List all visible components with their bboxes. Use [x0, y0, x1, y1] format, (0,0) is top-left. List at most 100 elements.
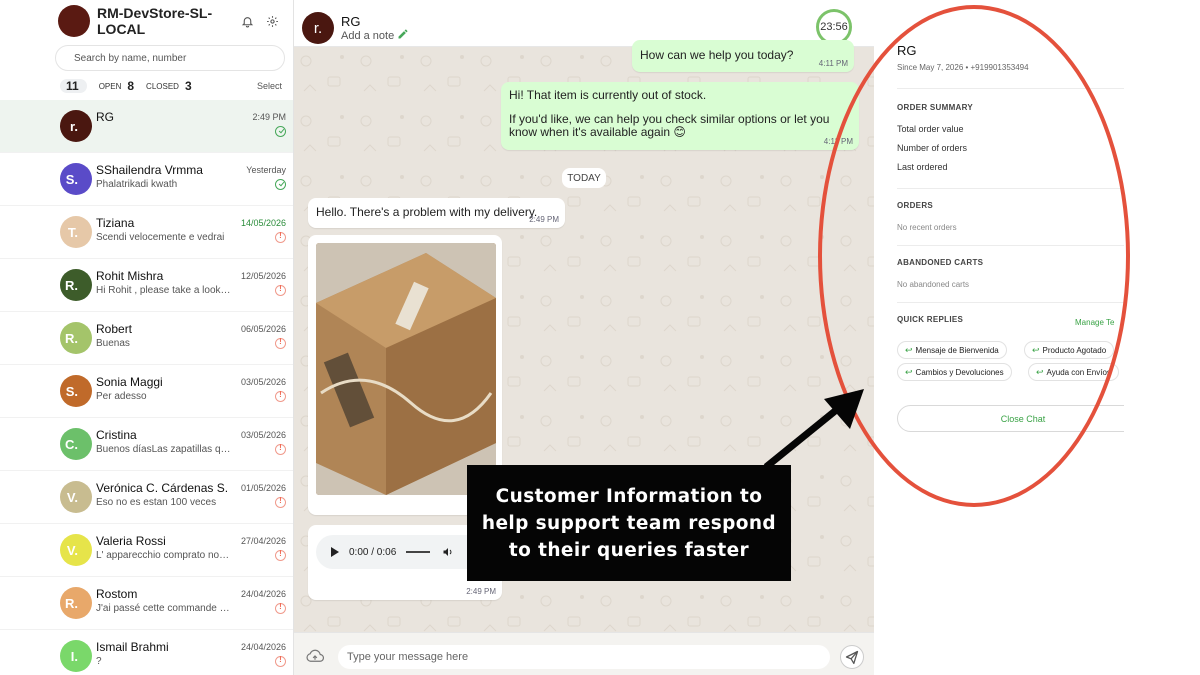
- avatar: R.: [60, 322, 92, 354]
- order-summary-title: ORDER SUMMARY: [897, 103, 974, 112]
- conversation-date: 12/05/2026: [240, 271, 286, 281]
- conversation-name: Ismail Brahmi: [96, 640, 169, 654]
- filter-open-count: 8: [127, 79, 135, 93]
- status-icon: [275, 549, 286, 561]
- callout-box: Customer Information to help support tea…: [467, 465, 791, 581]
- conversation-date: 27/04/2026: [240, 536, 286, 546]
- avatar: T.: [60, 216, 92, 248]
- status-icon: [275, 390, 286, 402]
- conversation-item[interactable]: r. RG 2:49 PM: [0, 100, 293, 153]
- conversation-name: Rostom: [96, 587, 138, 601]
- status-icon: [275, 179, 286, 190]
- status-icon: [275, 443, 286, 455]
- status-icon: [275, 231, 286, 243]
- conversation-sidebar: RM-DevStore-SL-LOCAL 11 OPEN 8 CLOSED 3 …: [0, 0, 294, 675]
- message-input[interactable]: [338, 645, 830, 669]
- filter-open[interactable]: OPEN 8: [99, 79, 134, 93]
- cloud-upload-icon[interactable]: [306, 649, 324, 663]
- pencil-icon[interactable]: [397, 28, 409, 40]
- no-abandoned-carts: No abandoned carts: [897, 280, 970, 289]
- divider: [897, 88, 1124, 89]
- status-icon: [275, 496, 286, 508]
- no-recent-orders: No recent orders: [897, 223, 957, 232]
- message-text: How can we help you today?: [640, 48, 794, 62]
- volume-icon[interactable]: [442, 546, 454, 558]
- conversation-item[interactable]: R. Rostom J'ai passé cette commande hier 24…: [0, 577, 293, 630]
- add-note-link[interactable]: Add a note: [341, 30, 394, 42]
- play-icon[interactable]: [331, 547, 339, 557]
- quick-reply-chip[interactable]: ↩ Producto Agotado: [1024, 341, 1115, 359]
- app-window: RM-DevStore-SL-LOCAL 11 OPEN 8 CLOSED 3 …: [0, 0, 1200, 675]
- conversation-item[interactable]: I. Ismail Brahmi? 24/04/2026: [0, 630, 293, 675]
- conversation-item[interactable]: T. Tiziana Scendi velocemente e vedrai 14/0…: [0, 206, 293, 259]
- search-input[interactable]: [55, 45, 285, 71]
- conversation-item[interactable]: R. Robert Buenas 06/05/2026: [0, 312, 293, 365]
- conversation-name: RG: [96, 110, 114, 124]
- conversation-date: 06/05/2026: [240, 324, 286, 334]
- quick-reply-chip[interactable]: ↩ Ayuda con Envíos: [1028, 363, 1119, 381]
- conversation-preview: Per adesso: [96, 391, 147, 402]
- send-button[interactable]: [840, 645, 864, 669]
- avatar: C.: [60, 428, 92, 460]
- message-text: Hi! That item is currently out of stock.: [509, 88, 707, 102]
- manage-templates-link[interactable]: Manage Te: [1075, 318, 1114, 327]
- contact-name: RG: [341, 14, 361, 29]
- filter-closed[interactable]: CLOSED 3: [146, 79, 192, 93]
- conversation-item[interactable]: R. Rohit Mishra Hi Rohit , please take a l…: [0, 259, 293, 312]
- contact-avatar[interactable]: r.: [302, 12, 334, 44]
- audio-time: 0:00 / 0:06: [349, 546, 397, 558]
- reply-arrow-icon: ↩: [1032, 344, 1040, 355]
- conversation-item[interactable]: C. Cristina Buenos díasLas zapatillas que …: [0, 418, 293, 471]
- customer-name: RG: [897, 43, 917, 58]
- quick-replies-title: QUICK REPLIES: [897, 315, 964, 324]
- conversation-preview: Hi Rohit , please take a look at this: [96, 285, 232, 296]
- message-time: 2:49 PM: [466, 587, 496, 596]
- audio-track[interactable]: [406, 551, 431, 553]
- filter-all-count: 11: [66, 79, 79, 93]
- conversation-date: 14/05/2026: [240, 218, 286, 228]
- divider: [897, 245, 1124, 246]
- conversation-date: 01/05/2026: [240, 483, 286, 493]
- filter-all[interactable]: 11: [60, 79, 87, 93]
- conversation-item[interactable]: V. Verónica C. Cárdenas S. Eso no es estan…: [0, 471, 293, 524]
- filter-bar: 11 OPEN 8 CLOSED 3 Select: [60, 78, 290, 94]
- conversation-date: 24/04/2026: [240, 642, 286, 652]
- callout-text: Customer Information to help support tea…: [481, 485, 777, 561]
- conversation-name: Cristina: [96, 428, 137, 442]
- orders-title: ORDERS: [897, 201, 934, 210]
- conversation-date: 2:49 PM: [252, 112, 286, 122]
- conversation-item[interactable]: S. SShailendra Vrmma Phalatrikadi kwath Yes…: [0, 153, 293, 206]
- conversation-item[interactable]: V. Valeria Rossi L' apparecchio comprato n…: [0, 524, 293, 577]
- quick-reply-chip[interactable]: ↩ Mensaje de Bienvenida: [897, 341, 1007, 359]
- avatar: S.: [60, 375, 92, 407]
- bell-icon[interactable]: [236, 10, 258, 32]
- conversation-preview: Buenos díasLas zapatillas que pedí: [96, 444, 232, 455]
- quick-reply-chip[interactable]: ↩ Cambios y Devoluciones: [897, 363, 1012, 381]
- status-icon: [275, 126, 286, 137]
- conversation-name: Verónica C. Cárdenas S.: [96, 481, 229, 495]
- select-link[interactable]: Select: [257, 81, 282, 91]
- conversation-preview: Scendi velocemente e vedrai: [96, 232, 225, 243]
- conversation-list: r. RG 2:49 PM S. SShailendra Vrmma Phalatrika…: [0, 100, 293, 675]
- gear-icon[interactable]: [261, 10, 283, 32]
- message-outgoing: How can we help you today? 4:11 PM: [632, 40, 854, 72]
- number-of-orders-label: Number of orders: [897, 143, 968, 153]
- avatar: R.: [60, 587, 92, 619]
- conversation-preview: Eso no es estan 100 veces: [96, 497, 217, 508]
- quick-reply-label: Producto Agotado: [1042, 345, 1107, 355]
- conversation-preview: ?: [96, 656, 102, 667]
- message-text: If you'd like, we can help you check sim…: [509, 112, 830, 139]
- quick-reply-label: Mensaje de Bienvenida: [915, 345, 999, 355]
- delivery-photo[interactable]: [316, 243, 496, 495]
- message-incoming: Hello. There's a problem with my deliver…: [308, 198, 565, 228]
- audio-player: 0:00 / 0:06: [316, 535, 490, 569]
- avatar: V.: [60, 481, 92, 513]
- filter-open-label: OPEN: [98, 81, 122, 91]
- conversation-item[interactable]: S. Sonia Maggi Per adesso 03/05/2026: [0, 365, 293, 418]
- message-text: Hello. There's a problem with my deliver…: [316, 205, 538, 219]
- filter-closed-label: CLOSED: [146, 81, 179, 91]
- status-icon: [275, 655, 286, 667]
- close-chat-button[interactable]: Close Chat: [897, 405, 1124, 432]
- message-time: 2:49 PM: [529, 215, 559, 224]
- message-time: 4:11 PM: [818, 59, 848, 68]
